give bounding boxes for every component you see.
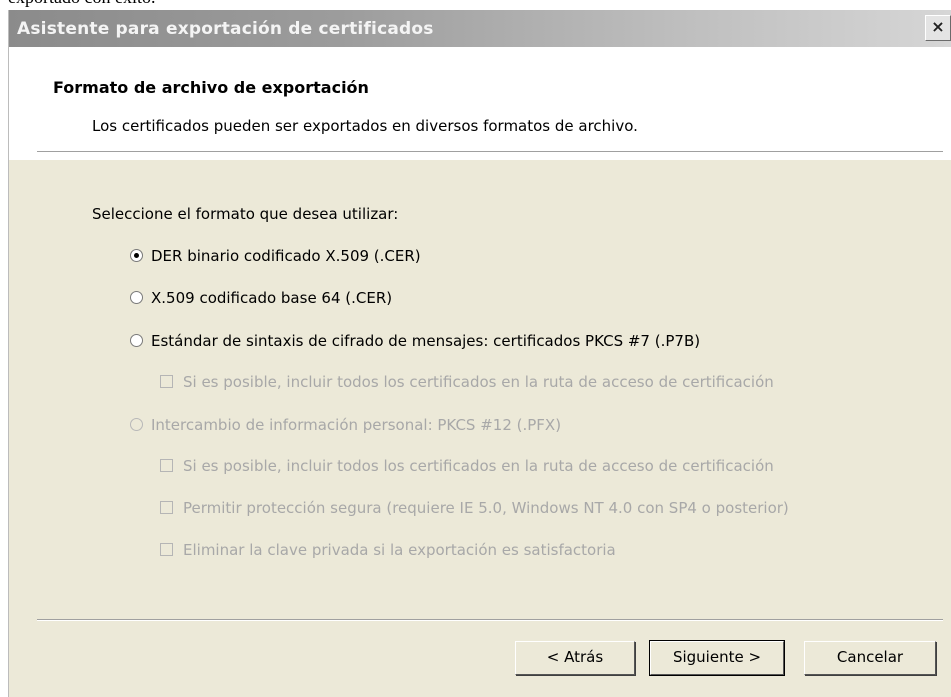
radio-pkcs12-label: Intercambio de información personal: PKC… bbox=[151, 416, 562, 434]
radio-pkcs7[interactable]: Estándar de sintaxis de cifrado de mensa… bbox=[130, 332, 700, 350]
background-document-text: exportado con éxito. bbox=[8, 0, 155, 8]
checkbox-pkcs7-include-all-label: Si es posible, incluir todos los certifi… bbox=[183, 373, 774, 391]
radio-der-binary[interactable]: DER binario codificado X.509 (.CER) bbox=[130, 247, 421, 265]
checkbox-disabled-icon[interactable] bbox=[160, 501, 173, 514]
next-button[interactable]: Siguiente > bbox=[649, 640, 785, 676]
wizard-header: Formato de archivo de exportación Los ce… bbox=[9, 47, 951, 160]
checkbox-strong-protection-label: Permitir protección segura (requiere IE … bbox=[183, 499, 789, 517]
radio-selected-icon[interactable] bbox=[130, 249, 143, 262]
checkbox-delete-private-key-label: Eliminar la clave privada si la exportac… bbox=[183, 541, 616, 559]
close-button[interactable]: × bbox=[925, 15, 951, 41]
title-bar[interactable]: Asistente para exportación de certificad… bbox=[9, 10, 951, 47]
radio-base64-label: X.509 codificado base 64 (.CER) bbox=[151, 289, 393, 307]
radio-unselected-icon[interactable] bbox=[130, 334, 143, 347]
radio-pkcs12[interactable]: Intercambio de información personal: PKC… bbox=[130, 416, 561, 434]
footer-divider bbox=[37, 619, 943, 621]
radio-unselected-icon[interactable] bbox=[130, 291, 143, 304]
header-divider bbox=[37, 151, 943, 153]
export-wizard-dialog: Asistente para exportación de certificad… bbox=[8, 10, 951, 697]
checkbox-pkcs7-include-all[interactable]: Si es posible, incluir todos los certifi… bbox=[160, 373, 774, 391]
radio-base64[interactable]: X.509 codificado base 64 (.CER) bbox=[130, 289, 392, 307]
checkbox-pkcs12-include-all-label: Si es posible, incluir todos los certifi… bbox=[183, 457, 774, 475]
checkbox-delete-private-key[interactable]: Eliminar la clave privada si la exportac… bbox=[160, 541, 616, 559]
checkbox-strong-protection[interactable]: Permitir protección segura (requiere IE … bbox=[160, 499, 789, 517]
checkbox-disabled-icon[interactable] bbox=[160, 543, 173, 556]
window-title: Asistente para exportación de certificad… bbox=[17, 19, 434, 39]
cancel-button[interactable]: Cancelar bbox=[804, 641, 936, 675]
close-icon: × bbox=[931, 17, 945, 36]
back-button[interactable]: < Atrás bbox=[515, 641, 635, 675]
checkbox-disabled-icon[interactable] bbox=[160, 375, 173, 388]
radio-pkcs7-label: Estándar de sintaxis de cifrado de mensa… bbox=[151, 332, 701, 350]
radio-der-binary-label: DER binario codificado X.509 (.CER) bbox=[151, 247, 421, 265]
radio-disabled-icon[interactable] bbox=[130, 418, 143, 431]
page-description: Los certificados pueden ser exportados e… bbox=[92, 117, 638, 135]
format-prompt: Seleccione el formato que desea utilizar… bbox=[92, 205, 399, 223]
page-title: Formato de archivo de exportación bbox=[53, 78, 369, 97]
checkbox-disabled-icon[interactable] bbox=[160, 459, 173, 472]
checkbox-pkcs12-include-all[interactable]: Si es posible, incluir todos los certifi… bbox=[160, 457, 774, 475]
